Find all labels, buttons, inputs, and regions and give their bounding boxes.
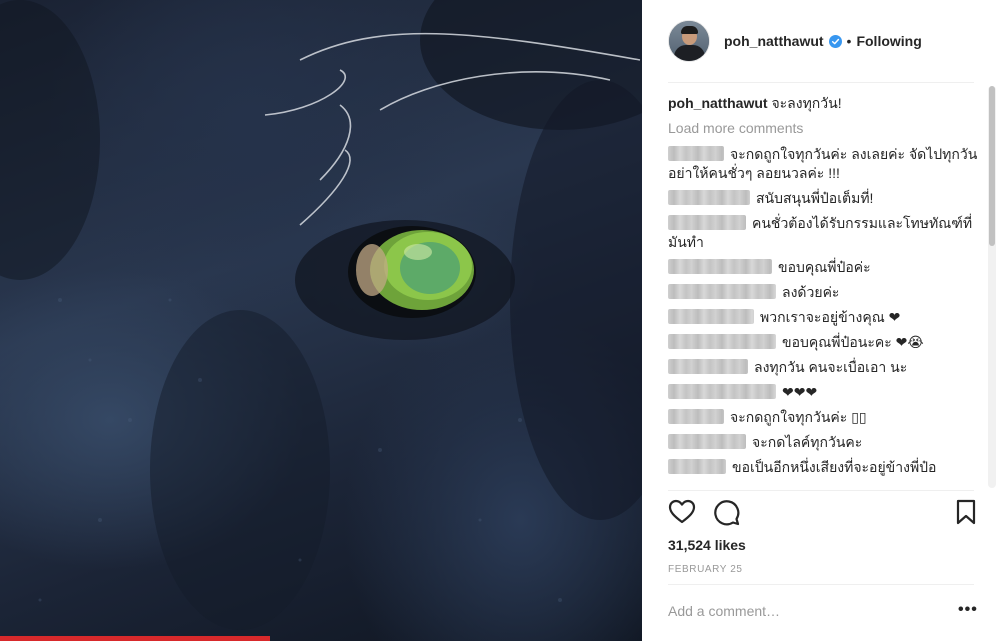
comment-item: คนชั่วต้องได้รับกรรมและโทษทัณฑ์ที่มันทำ — [668, 214, 978, 252]
blurred-username — [668, 409, 724, 424]
comment-text: ขอเป็นอีกหนึ่งเสียงที่จะอยู่ข้างพี่ป๋อ — [732, 459, 937, 475]
comment-text: ❤❤❤ — [782, 384, 818, 400]
blurred-username — [668, 359, 748, 374]
username-link[interactable]: poh_natthawut — [724, 33, 824, 49]
video-progress-bar — [0, 636, 270, 641]
comment-item: ขอบคุณพี่ป๋อนะคะ ❤😭 — [668, 333, 978, 352]
comment-text: จะกดถูกใจทุกวันค่ะ ▯▯ — [730, 409, 867, 425]
comment-item: ขอเป็นอีกหนึ่งเสียงที่จะอยู่ข้างพี่ป๋อ — [668, 458, 978, 477]
comment-item: จะกดถูกใจทุกวันค่ะ ลงเลยค่ะ จัดไปทุกวัน … — [668, 145, 978, 183]
post-side-panel: poh_natthawut • Following poh_natthawut … — [642, 0, 1000, 641]
comment-text: ลงทุกวัน คนจะเบื่อเอา นะ — [754, 359, 908, 375]
blurred-username — [668, 384, 776, 399]
blurred-username — [668, 215, 746, 230]
heart-outline-icon[interactable] — [668, 498, 696, 526]
separator-dot: • — [846, 33, 852, 49]
verified-badge-icon — [828, 34, 842, 48]
comment-item: ลงด้วยค่ะ — [668, 283, 978, 302]
more-options-button[interactable]: ••• — [958, 601, 978, 619]
blurred-username — [668, 334, 776, 349]
comment-text: ลงด้วยค่ะ — [782, 284, 840, 300]
comment-item: ลงทุกวัน คนจะเบื่อเอา นะ — [668, 358, 978, 377]
add-comment-input[interactable]: Add a comment… — [668, 603, 780, 619]
bookmark-icon[interactable] — [952, 498, 980, 526]
post-header: poh_natthawut • Following — [642, 0, 1000, 82]
header-divider — [668, 82, 974, 83]
blurred-username — [668, 309, 754, 324]
post-date[interactable]: FEBRUARY 25 — [668, 564, 743, 575]
comment-item: พวกเราจะอยู่ข้างคุณ ❤ — [668, 308, 978, 327]
likes-count[interactable]: 31,524 likes — [668, 537, 746, 553]
speech-bubble-icon[interactable] — [712, 498, 740, 526]
comment-box-divider — [668, 584, 974, 585]
blurred-username — [668, 434, 746, 449]
following-button[interactable]: Following — [856, 33, 921, 49]
comment-item: จะกดถูกใจทุกวันค่ะ ▯▯ — [668, 408, 978, 427]
comment-item: ขอบคุณพี่ป๋อค่ะ — [668, 258, 978, 277]
comment-text: สนับสนุนพี่ป๋อเต็มที่! — [756, 190, 874, 206]
comment-item: จะกดไลค์ทุกวันคะ — [668, 433, 978, 452]
comment-text: ขอบคุณพี่ป๋อค่ะ — [778, 259, 871, 275]
blurred-username — [668, 459, 726, 474]
avatar[interactable] — [668, 20, 710, 62]
comment-item: สนับสนุนพี่ป๋อเต็มที่! — [668, 189, 978, 208]
post-photo[interactable] — [0, 0, 642, 641]
comment-text: พวกเราจะอยู่ข้างคุณ ❤ — [760, 309, 901, 325]
post-actions — [668, 498, 976, 528]
load-more-comments-button[interactable]: Load more comments — [668, 119, 978, 138]
blurred-username — [668, 284, 776, 299]
blurred-username — [668, 259, 772, 274]
header-info: poh_natthawut • Following — [724, 33, 922, 49]
comment-text: ขอบคุณพี่ป๋อนะคะ ❤😭 — [782, 334, 924, 350]
caption-username[interactable]: poh_natthawut — [668, 95, 768, 111]
blurred-username — [668, 146, 724, 161]
comments-list: poh_natthawut จะลงทุกวัน! Load more comm… — [668, 94, 978, 488]
actions-divider — [668, 490, 974, 491]
comment-item: ❤❤❤ — [668, 383, 978, 402]
post-caption: poh_natthawut จะลงทุกวัน! — [668, 94, 978, 113]
comments-scroll-thumb[interactable] — [989, 86, 995, 246]
blurred-username — [668, 190, 750, 205]
black-panther-image — [0, 0, 642, 630]
comment-text: จะกดไลค์ทุกวันคะ — [752, 434, 863, 450]
caption-text: จะลงทุกวัน! — [771, 95, 842, 111]
